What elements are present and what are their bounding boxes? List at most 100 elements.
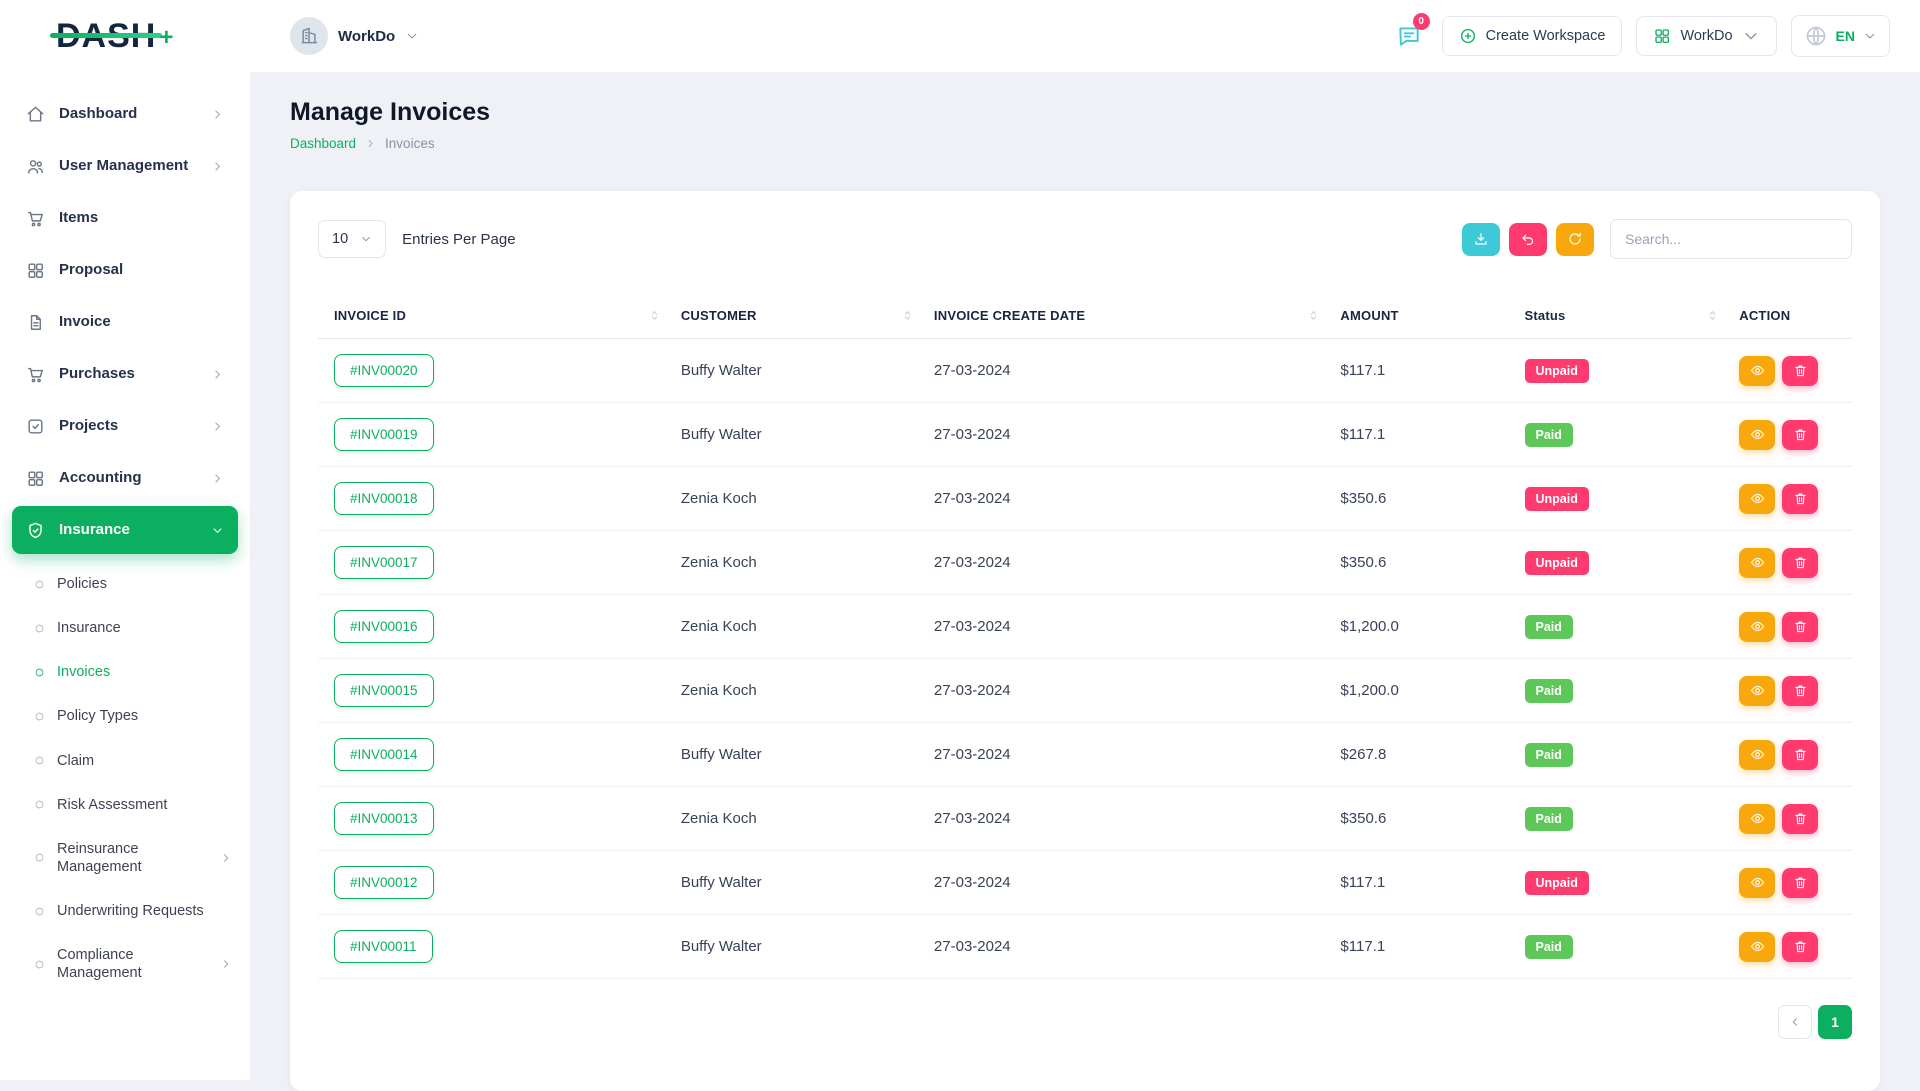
sidebar-item-user-management[interactable]: User Management [12,142,238,190]
delete-invoice-button[interactable] [1782,932,1818,962]
trash-icon [1793,491,1808,506]
submenu-item-invoices[interactable]: Invoices [0,650,250,694]
table-row: #INV00017 Zenia Koch 27-03-2024 $350.6 U… [318,531,1852,595]
sidebar-item-items[interactable]: Items [12,194,238,242]
chevron-right-icon [220,958,232,970]
column-header-status[interactable]: Status [1515,293,1730,339]
search-input[interactable] [1610,219,1852,259]
view-invoice-button[interactable] [1739,932,1775,962]
view-invoice-button[interactable] [1739,804,1775,834]
submenu-item-insurance[interactable]: Insurance [0,606,250,650]
submenu-item-underwriting-requests[interactable]: Underwriting Requests [0,889,250,933]
language-selector[interactable]: EN [1791,15,1890,57]
view-invoice-button[interactable] [1739,740,1775,770]
sidebar-item-insurance[interactable]: Insurance [12,506,238,554]
reset-button[interactable] [1509,223,1547,256]
circle-icon [34,711,45,722]
sidebar-item-dashboard[interactable]: Dashboard [12,90,238,138]
delete-invoice-button[interactable] [1782,676,1818,706]
home-icon [26,105,45,124]
trash-icon [1793,619,1808,634]
delete-invoice-button[interactable] [1782,356,1818,386]
sort-icon[interactable] [1706,309,1719,322]
status-badge: Paid [1525,807,1573,831]
breadcrumb-dashboard-link[interactable]: Dashboard [290,136,356,151]
pagination-page-button[interactable]: 1 [1818,1005,1852,1039]
trash-icon [1793,363,1808,378]
submenu-item-compliance-management[interactable]: Compliance Management [0,933,250,995]
workspace-selector[interactable]: WorkDo [290,17,419,55]
sort-icon[interactable] [1307,309,1320,322]
table-row: #INV00016 Zenia Koch 27-03-2024 $1,200.0… [318,595,1852,659]
submenu-item-reinsurance-management[interactable]: Reinsurance Management [0,827,250,889]
table-toolbar: 10 Entries Per Page [318,219,1852,259]
column-header-customer[interactable]: CUSTOMER [671,293,924,339]
sort-icon[interactable] [901,309,914,322]
trash-icon [1793,875,1808,890]
workspace-menu-button[interactable]: WorkDo [1636,16,1776,56]
delete-invoice-button[interactable] [1782,420,1818,450]
submenu-item-policy-types[interactable]: Policy Types [0,694,250,738]
view-invoice-button[interactable] [1739,676,1775,706]
submenu-item-label: Policy Types [57,707,232,725]
delete-invoice-button[interactable] [1782,612,1818,642]
breadcrumb: Dashboard Invoices [290,136,1880,151]
date-cell: 27-03-2024 [924,595,1331,659]
view-invoice-button[interactable] [1739,612,1775,642]
customer-cell: Zenia Koch [671,531,924,595]
delete-invoice-button[interactable] [1782,548,1818,578]
refresh-button[interactable] [1556,223,1594,256]
invoice-id-link[interactable]: #INV00020 [334,354,434,387]
messages-button[interactable]: 0 [1390,17,1428,55]
date-cell: 27-03-2024 [924,659,1331,723]
sidebar-item-projects[interactable]: Projects [12,402,238,450]
sidebar-item-accounting[interactable]: Accounting [12,454,238,502]
delete-invoice-button[interactable] [1782,804,1818,834]
chevron-down-icon [1742,27,1760,45]
invoice-id-link[interactable]: #INV00017 [334,546,434,579]
column-header-date[interactable]: INVOICE CREATE DATE [924,293,1331,339]
chevron-right-icon [211,108,224,121]
cart-icon [26,209,45,228]
workspace-menu-label: WorkDo [1680,28,1732,44]
insurance-submenu: Policies Insurance Invoices Policy Types… [0,558,250,995]
eye-icon [1750,555,1765,570]
delete-invoice-button[interactable] [1782,484,1818,514]
invoice-id-link[interactable]: #INV00014 [334,738,434,771]
eye-icon [1750,939,1765,954]
view-invoice-button[interactable] [1739,356,1775,386]
submenu-item-claim[interactable]: Claim [0,739,250,783]
circle-icon [34,755,45,766]
view-invoice-button[interactable] [1739,868,1775,898]
submenu-item-risk-assessment[interactable]: Risk Assessment [0,783,250,827]
delete-invoice-button[interactable] [1782,740,1818,770]
submenu-item-policies[interactable]: Policies [0,562,250,606]
view-invoice-button[interactable] [1739,420,1775,450]
invoice-id-link[interactable]: #INV00018 [334,482,434,515]
view-invoice-button[interactable] [1739,548,1775,578]
sort-icon[interactable] [648,309,661,322]
status-badge: Unpaid [1525,487,1589,511]
view-invoice-button[interactable] [1739,484,1775,514]
sidebar-item-label: Projects [59,417,197,435]
create-workspace-button[interactable]: Create Workspace [1442,16,1623,56]
invoice-id-link[interactable]: #INV00013 [334,802,434,835]
sidebar-item-invoice[interactable]: Invoice [12,298,238,346]
invoice-id-link[interactable]: #INV00016 [334,610,434,643]
column-header-amount[interactable]: AMOUNT [1330,293,1514,339]
pagination-prev-button[interactable] [1778,1005,1812,1039]
invoice-id-link[interactable]: #INV00015 [334,674,434,707]
invoice-id-link[interactable]: #INV00011 [334,930,433,963]
sidebar-item-proposal[interactable]: Proposal [12,246,238,294]
delete-invoice-button[interactable] [1782,868,1818,898]
invoice-id-link[interactable]: #INV00012 [334,866,434,899]
app-logo[interactable]: DASH + [0,17,250,56]
column-header-invoice-id[interactable]: INVOICE ID [318,293,671,339]
invoice-id-link[interactable]: #INV00019 [334,418,434,451]
sidebar-item-purchases[interactable]: Purchases [12,350,238,398]
cart-icon [26,365,45,384]
date-cell: 27-03-2024 [924,915,1331,979]
export-button[interactable] [1462,223,1500,256]
entries-per-page-select[interactable]: 10 [318,220,386,258]
amount-cell: $117.1 [1330,403,1514,467]
